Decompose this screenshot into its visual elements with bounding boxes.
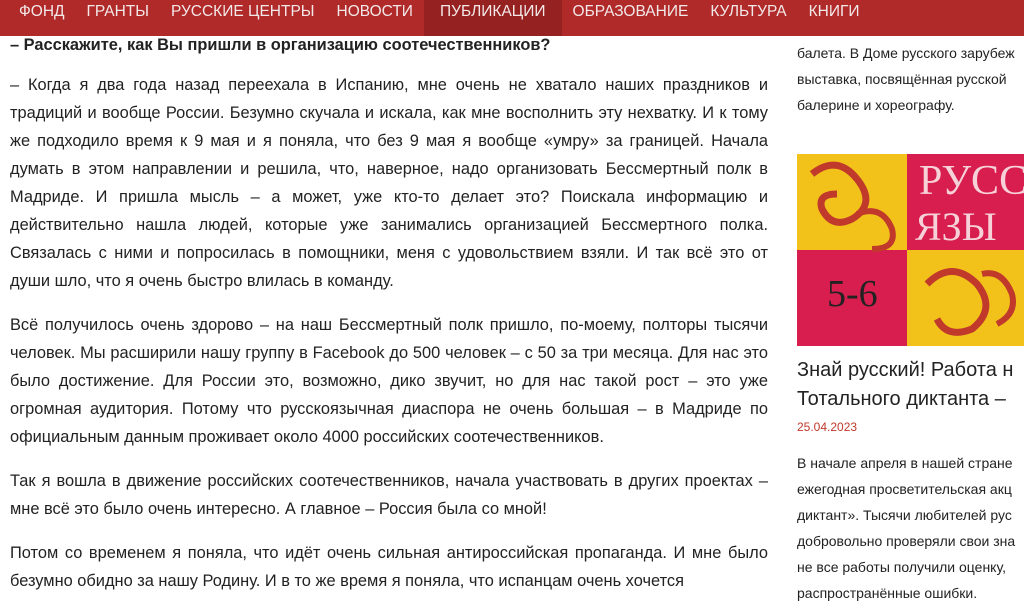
nav-item-fond[interactable]: ФОНД — [8, 0, 76, 36]
sidebar: балета. В Доме русского зарубеж выставка… — [797, 36, 1024, 606]
nav-item-grants[interactable]: ГРАНТЫ — [76, 0, 160, 36]
card-desc-line: не все работы получили оценку, — [797, 559, 1006, 575]
nav-item-culture[interactable]: КУЛЬТУРА — [699, 0, 797, 36]
image-text-bottom: 5-6 — [827, 273, 878, 315]
nav-item-news[interactable]: НОВОСТИ — [326, 0, 424, 36]
news-card-description: В начале апреля в нашей стране ежегодная… — [797, 450, 1015, 606]
article-paragraph: – Когда я два года назад переехала в Исп… — [10, 76, 768, 290]
card-title-line: Знай русский! Работа н — [797, 359, 1014, 381]
teaser-line: выставка, посвящённая русской — [797, 71, 1007, 87]
teaser-line: балерине и хореографу. — [797, 97, 955, 113]
nav-item-russian-centers[interactable]: РУССКИЕ ЦЕНТРЫ — [160, 0, 326, 36]
news-card-image[interactable]: РУСС ЯЗЫ 5-6 — [797, 154, 1024, 346]
article-paragraph: Так я вошла в движение российских соотеч… — [10, 472, 768, 518]
card-desc-line: добровольно проверяли свои зна — [797, 533, 1016, 549]
image-text-middle: ЯЗЫ — [915, 204, 997, 249]
card-desc-line: распространённые ошибки. — [797, 585, 978, 601]
news-card-title[interactable]: Знай русский! Работа н Тотального диктан… — [797, 356, 1013, 414]
news-card-date: 25.04.2023 — [797, 420, 858, 434]
card-desc-line: В начале апреля в нашей стране — [797, 455, 1013, 471]
previous-news-teaser[interactable]: балета. В Доме русского зарубеж выставка… — [797, 40, 1015, 118]
teaser-line: балета. В Доме русского зарубеж — [797, 45, 1015, 61]
article-paragraph: Потом со временем я поняла, что идёт оче… — [10, 544, 768, 590]
nav-item-books[interactable]: КНИГИ — [798, 0, 871, 36]
top-navigation: ФОНД ГРАНТЫ РУССКИЕ ЦЕНТРЫ НОВОСТИ ПУБЛИ… — [0, 0, 1024, 36]
image-text-top: РУСС — [919, 158, 1024, 204]
nav-item-publications[interactable]: ПУБЛИКАЦИИ — [423, 0, 562, 36]
card-title-line: Тотального диктанта – — [797, 388, 1006, 410]
article-paragraph: Всё получилось очень здорово – на наш Бе… — [10, 316, 768, 446]
nav-item-education[interactable]: ОБРАЗОВАНИЕ — [562, 0, 700, 36]
card-desc-line: диктант». Тысячи любителей рус — [797, 507, 1012, 523]
article-body: – Расскажите, как Вы пришли в организаци… — [10, 31, 768, 611]
card-desc-line: ежегодная просветительская акц — [797, 481, 1012, 497]
